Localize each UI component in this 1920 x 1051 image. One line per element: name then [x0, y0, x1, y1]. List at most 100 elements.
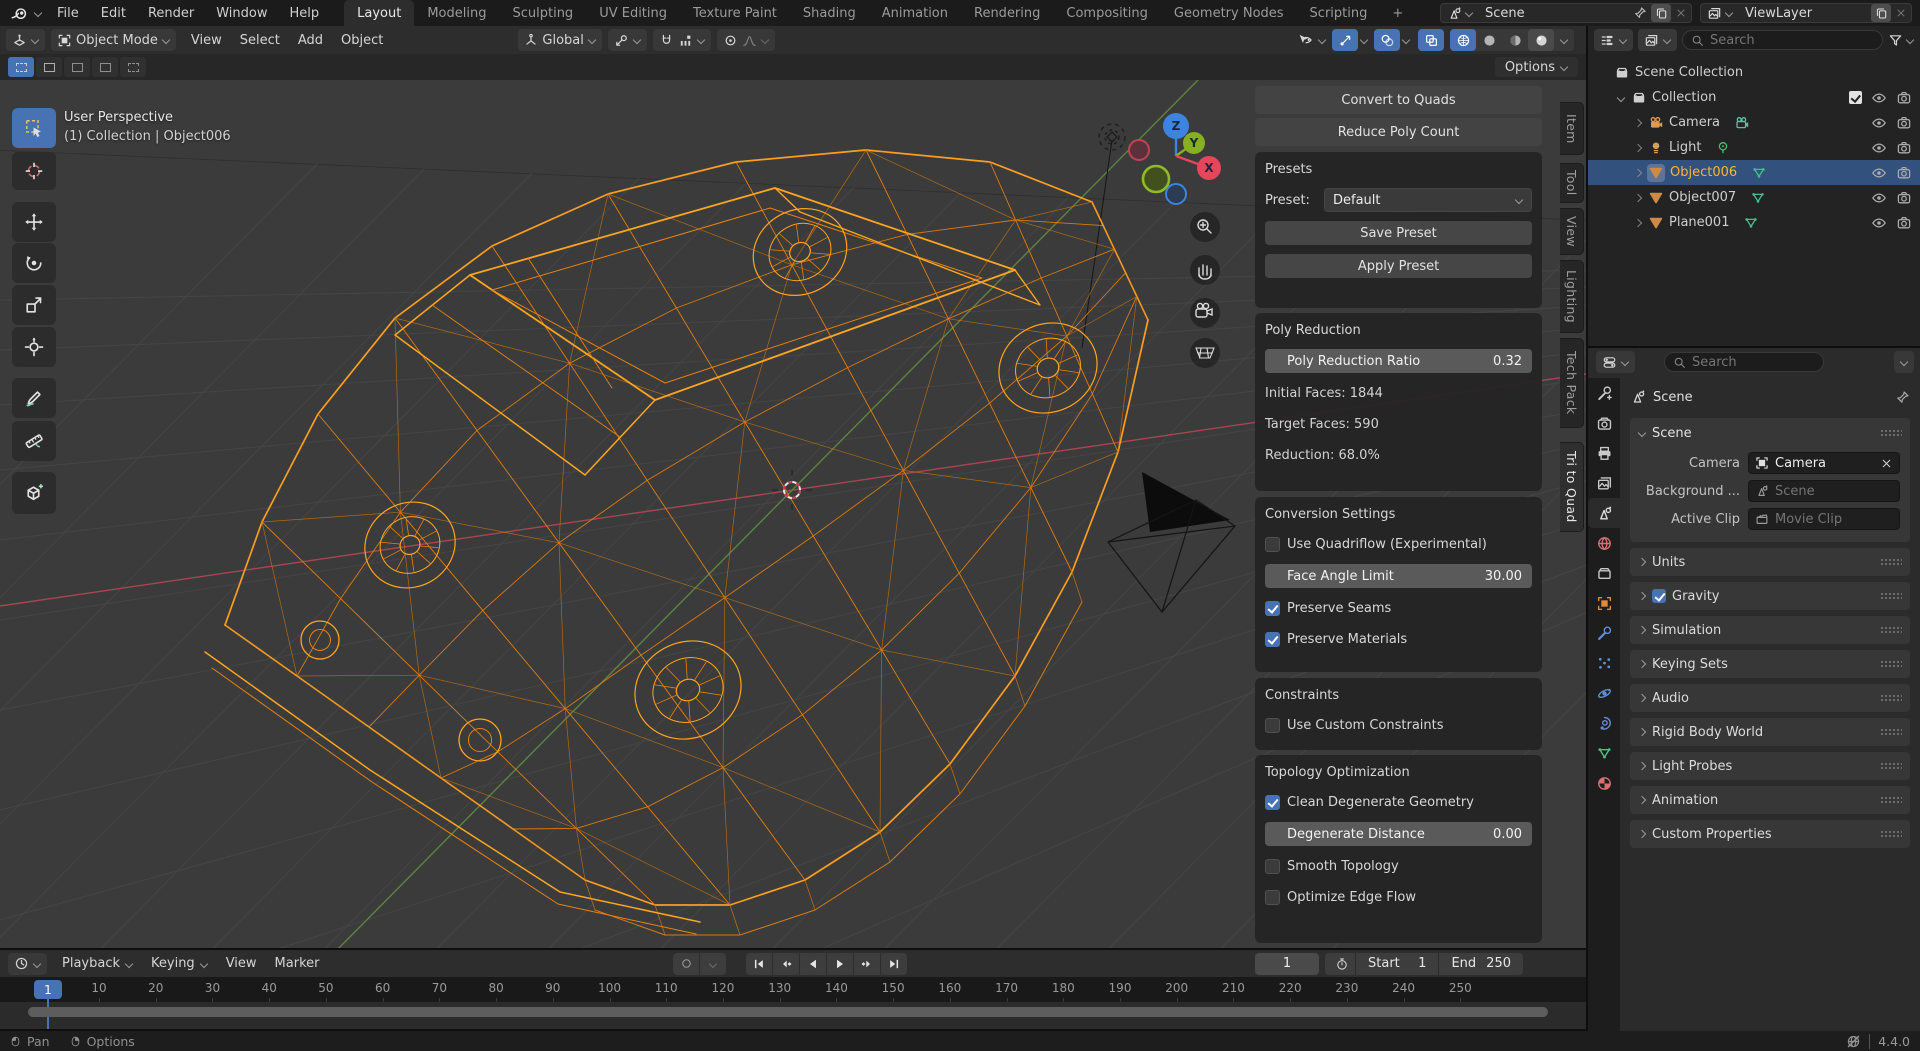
start-frame-field[interactable]: Start1 [1356, 953, 1438, 975]
transform-orientation-dropdown[interactable]: Global [518, 29, 601, 51]
panel-light-probes[interactable]: Light Probes [1630, 752, 1910, 780]
panel-units[interactable]: Units [1630, 548, 1910, 576]
outliner-row-light[interactable]: Light [1588, 135, 1920, 160]
show-gizmo-toggle[interactable] [1332, 29, 1358, 51]
hide-viewport-eye-icon[interactable] [1871, 215, 1887, 231]
apply-preset-button[interactable]: Apply Preset [1265, 254, 1532, 278]
properties-tab-object[interactable] [1588, 588, 1620, 618]
play-button[interactable] [827, 953, 853, 975]
tool-select-box-button[interactable] [12, 108, 56, 148]
sidebar-tab-tool[interactable]: Tool [1560, 163, 1584, 203]
properties-search-input[interactable]: Search [1664, 352, 1824, 372]
timeline-menu-keying[interactable]: Keying [142, 956, 217, 971]
expand-icon[interactable] [1638, 660, 1646, 668]
workspace-tab-shading[interactable]: Shading [790, 0, 869, 26]
sidebar-tab-view[interactable]: View [1560, 208, 1584, 255]
workspace-tab-geometry-nodes[interactable]: Geometry Nodes [1161, 0, 1297, 26]
panel-gravity[interactable]: Gravity [1630, 582, 1910, 610]
viewport-menu-object[interactable]: Object [332, 33, 392, 48]
viewlayer-name[interactable]: ViewLayer [1739, 6, 1871, 21]
outliner-scene-mode-dropdown[interactable] [1638, 29, 1677, 51]
outliner-row-object007[interactable]: Object007 [1588, 185, 1920, 210]
expand-icon[interactable] [1634, 144, 1642, 152]
workspace-tab-compositing[interactable]: Compositing [1053, 0, 1161, 26]
disable-render-camera-icon[interactable] [1896, 115, 1912, 131]
panel-keying-sets[interactable]: Keying Sets [1630, 650, 1910, 678]
workspace-tab-animation[interactable]: Animation [869, 0, 961, 26]
use-custom-constraints-row[interactable]: Use Custom Constraints [1265, 714, 1532, 736]
pin-icon[interactable] [1895, 390, 1910, 405]
panel-drag-handle[interactable] [1880, 762, 1902, 771]
use-quadriflow-row[interactable]: Use Quadriflow (Experimental) [1265, 533, 1532, 555]
properties-tab-collection[interactable] [1588, 558, 1620, 588]
properties-tab-tool[interactable] [1588, 378, 1620, 408]
expand-icon[interactable] [1638, 626, 1646, 634]
expand-icon[interactable] [1634, 169, 1642, 177]
toggle-xray-button[interactable] [1418, 29, 1444, 51]
options-dropdown[interactable]: Options [1495, 57, 1578, 77]
properties-tab-view-layer[interactable] [1588, 468, 1620, 498]
new-scene-button[interactable] [1651, 4, 1671, 22]
panel-drag-handle[interactable] [1880, 592, 1902, 601]
panel-drag-handle[interactable] [1880, 558, 1902, 567]
workspace-tab-layout[interactable]: Layout [344, 0, 414, 26]
preserve-seams-row[interactable]: Preserve Seams [1265, 597, 1532, 619]
jump-to-end-button[interactable] [881, 953, 907, 975]
properties-tab-material[interactable] [1588, 768, 1620, 798]
visibility-dropdown[interactable] [1291, 29, 1332, 51]
expand-icon[interactable] [1638, 796, 1646, 804]
tool-cursor-button[interactable] [12, 152, 56, 190]
tool-measure-button[interactable] [12, 421, 56, 461]
scene-browse-chevron-icon[interactable] [1465, 9, 1473, 17]
scene-selector[interactable]: Scene [1440, 3, 1692, 23]
hide-viewport-eye-icon[interactable] [1871, 140, 1887, 156]
convert-to-quads-button[interactable]: Convert to Quads [1255, 86, 1542, 114]
shading-solid-button[interactable] [1476, 29, 1502, 51]
workspace-tab-scripting[interactable]: Scripting [1297, 0, 1381, 26]
viewlayer-browse-chevron-icon[interactable] [1725, 9, 1733, 17]
properties-tab-render[interactable] [1588, 408, 1620, 438]
preset-dropdown[interactable]: Default [1324, 188, 1532, 212]
disable-render-camera-icon[interactable] [1896, 165, 1912, 181]
sidebar-tab-tri-to-quad[interactable]: Tri to Quad [1560, 442, 1584, 532]
menu-help[interactable]: Help [279, 6, 331, 21]
select-mode-set-button[interactable] [8, 57, 34, 77]
viewport-3d[interactable]: ZYX User Perspective (1) Collection | Ob… [0, 80, 1586, 948]
outliner-row-scene-collection[interactable]: Scene Collection [1588, 60, 1920, 85]
panel-drag-handle[interactable] [1880, 694, 1902, 703]
disable-render-camera-icon[interactable] [1896, 140, 1912, 156]
disable-render-camera-icon[interactable] [1896, 190, 1912, 206]
new-viewlayer-button[interactable] [1871, 4, 1891, 22]
panel-audio[interactable]: Audio [1630, 684, 1910, 712]
smooth-topology-row[interactable]: Smooth Topology [1265, 855, 1532, 877]
panel-drag-handle[interactable] [1880, 429, 1902, 438]
current-frame-field[interactable]: 1 [1255, 953, 1319, 975]
hide-viewport-eye-icon[interactable] [1871, 90, 1887, 106]
remove-viewlayer-button[interactable] [1891, 4, 1911, 22]
menu-file[interactable]: File [46, 6, 90, 21]
panel-rigid-body-world[interactable]: Rigid Body World [1630, 718, 1910, 746]
pin-icon[interactable] [1633, 6, 1647, 20]
shading-material-button[interactable] [1502, 29, 1528, 51]
active-clip-field[interactable]: Movie Clip [1748, 508, 1900, 530]
tool-annotate-button[interactable] [12, 378, 56, 418]
menu-edit[interactable]: Edit [90, 6, 137, 21]
hide-viewport-eye-icon[interactable] [1871, 115, 1887, 131]
workspace-tab-texture-paint[interactable]: Texture Paint [680, 0, 790, 26]
current-frame-badge[interactable]: 1 [34, 980, 62, 999]
end-frame-field[interactable]: End250 [1439, 953, 1523, 975]
save-preset-button[interactable]: Save Preset [1265, 221, 1532, 245]
optimize-edge-flow-row[interactable]: Optimize Edge Flow [1265, 886, 1532, 908]
scene-panel-header[interactable]: Scene [1630, 418, 1910, 448]
camera-field[interactable]: Camera [1748, 452, 1900, 474]
properties-tab-world[interactable] [1588, 528, 1620, 558]
viewport-menu-view[interactable]: View [182, 33, 231, 48]
viewlayer-selector[interactable]: ViewLayer [1700, 3, 1912, 23]
timeline-scrollbar[interactable] [28, 1007, 1548, 1017]
expand-icon[interactable] [1638, 830, 1646, 838]
properties-tab-constraints[interactable] [1588, 708, 1620, 738]
expand-icon[interactable] [1638, 728, 1646, 736]
viewport-menu-select[interactable]: Select [231, 33, 289, 48]
outliner-row-object006[interactable]: Object006 [1588, 160, 1920, 185]
properties-tab-object-data[interactable] [1588, 738, 1620, 768]
